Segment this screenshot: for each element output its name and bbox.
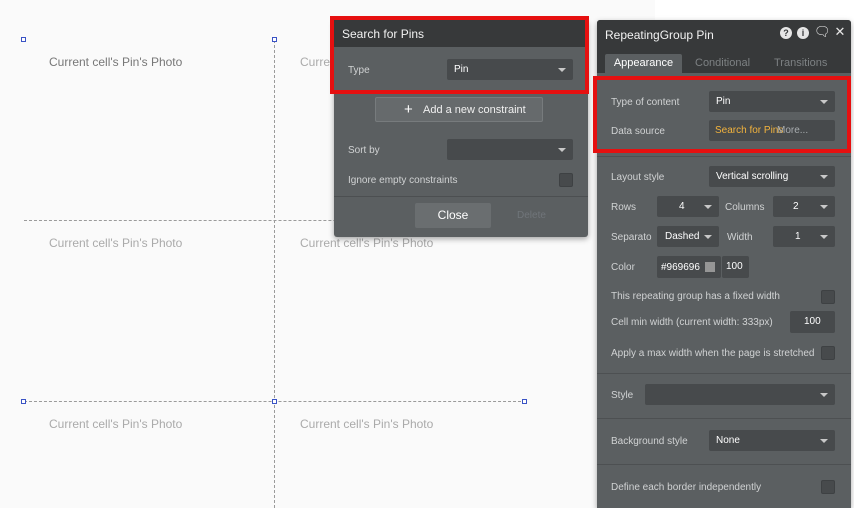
columns-label: Columns xyxy=(725,202,765,213)
layout-style-label: Layout style xyxy=(611,172,665,183)
resize-handle-top-left[interactable] xyxy=(21,37,26,42)
rows-dropdown[interactable]: 4 xyxy=(657,196,719,217)
chevron-down-icon xyxy=(558,148,566,152)
chevron-down-icon xyxy=(820,393,828,397)
highlight-box xyxy=(593,76,851,153)
column-divider xyxy=(274,40,275,508)
tab-conditional[interactable]: Conditional xyxy=(695,54,750,73)
width-dropdown[interactable]: 1 xyxy=(773,226,835,247)
columns-value: 2 xyxy=(793,201,799,212)
divider xyxy=(334,196,588,197)
layout-style-dropdown[interactable]: Vertical scrolling xyxy=(709,166,835,187)
fixed-width-checkbox[interactable] xyxy=(821,290,835,304)
cell-photo-text[interactable]: Curre xyxy=(300,55,330,69)
ignore-empty-checkbox[interactable] xyxy=(559,173,573,187)
info-icon[interactable]: i xyxy=(797,27,809,39)
chevron-down-icon xyxy=(704,205,712,209)
tab-transitions[interactable]: Transitions xyxy=(774,54,827,73)
chevron-down-icon xyxy=(820,439,828,443)
chevron-down-icon xyxy=(820,235,828,239)
cell-min-width-label: Cell min width (current width: 333px) xyxy=(611,317,773,328)
style-dropdown[interactable] xyxy=(645,384,835,405)
cell-photo-text[interactable]: Current cell's Pin's Photo xyxy=(300,236,433,250)
rows-label: Rows xyxy=(611,202,637,213)
background-style-label: Background style xyxy=(611,436,688,447)
cell-photo-text[interactable]: Current cell's Pin's Photo xyxy=(49,417,182,431)
add-constraint-label: Add a new constraint xyxy=(423,104,526,116)
width-value: 1 xyxy=(795,231,801,242)
sort-by-label: Sort by xyxy=(348,145,380,156)
panel-title: RepeatingGroup Pin xyxy=(605,28,714,42)
chevron-down-icon xyxy=(820,205,828,209)
columns-dropdown[interactable]: 2 xyxy=(773,196,835,217)
resize-handle-bottom-right[interactable] xyxy=(522,399,527,404)
divider xyxy=(597,464,851,465)
cell-min-width-input[interactable]: 100 xyxy=(790,311,835,333)
close-icon[interactable]: ✕ xyxy=(834,25,846,38)
layout-style-value: Vertical scrolling xyxy=(716,171,789,182)
background-style-dropdown[interactable]: None xyxy=(709,430,835,451)
color-label: Color xyxy=(611,262,635,273)
close-button[interactable]: Close xyxy=(415,203,491,228)
width-label: Width xyxy=(727,232,753,243)
tab-appearance[interactable]: Appearance xyxy=(605,54,682,73)
fixed-width-label: This repeating group has a fixed width xyxy=(611,291,780,302)
max-width-checkbox[interactable] xyxy=(821,346,835,360)
highlight-box xyxy=(330,16,589,94)
divider xyxy=(597,373,851,374)
resize-handle-bottom-left[interactable] xyxy=(21,399,26,404)
help-icon[interactable]: ? xyxy=(780,27,792,39)
rows-value: 4 xyxy=(679,201,685,212)
max-width-label: Apply a max width when the page is stret… xyxy=(611,348,815,359)
ignore-empty-label: Ignore empty constraints xyxy=(348,175,458,186)
color-value: #969696 xyxy=(661,262,700,273)
cell-photo-text[interactable]: Current cell's Pin's Photo xyxy=(49,55,182,69)
chevron-down-icon xyxy=(704,235,712,239)
separator-label: Separato xyxy=(611,232,652,243)
resize-handle-top-middle[interactable] xyxy=(272,37,277,42)
cell-photo-text[interactable]: Current cell's Pin's Photo xyxy=(300,417,433,431)
divider xyxy=(597,418,851,419)
separator-dropdown[interactable]: Dashed xyxy=(657,226,719,247)
background-style-value: None xyxy=(716,435,740,446)
separator-value: Dashed xyxy=(665,231,700,242)
divider xyxy=(597,156,851,157)
color-opacity-input[interactable]: 100 xyxy=(722,256,749,278)
panel-header[interactable]: RepeatingGroup Pin ? i 🗨 ✕ Appearance Co… xyxy=(597,20,851,73)
plus-icon: + xyxy=(404,101,413,118)
sort-by-dropdown[interactable] xyxy=(447,139,573,160)
style-label: Style xyxy=(611,390,634,401)
cell-photo-text[interactable]: Current cell's Pin's Photo xyxy=(49,236,182,250)
resize-handle-bottom-middle[interactable] xyxy=(272,399,277,404)
add-constraint-button[interactable]: + Add a new constraint xyxy=(375,97,543,122)
color-picker[interactable]: #969696 xyxy=(657,256,721,278)
border-independent-checkbox[interactable] xyxy=(821,480,835,494)
chevron-down-icon xyxy=(820,175,828,179)
border-independent-label: Define each border independently xyxy=(611,482,762,493)
color-swatch[interactable] xyxy=(705,262,715,272)
comment-icon[interactable]: 🗨 xyxy=(814,25,831,38)
delete-button: Delete xyxy=(517,210,546,221)
